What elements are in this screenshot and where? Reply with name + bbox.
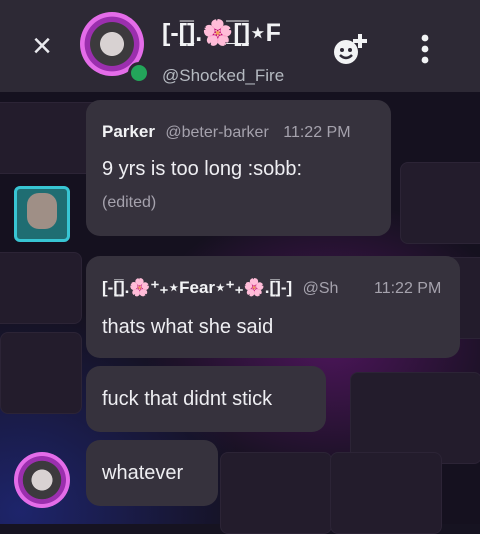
author-handle: @beter-barker [165, 124, 269, 141]
edited-label: (edited) [102, 194, 157, 211]
online-status-icon [128, 62, 150, 84]
message-bubble[interactable]: whatever [86, 440, 218, 506]
message-text: whatever [102, 462, 184, 484]
message-bubble[interactable]: Parker @beter-barker 11:22 PM 9 yrs is t… [86, 100, 391, 236]
author-handle: @Sh [302, 280, 339, 297]
avatar[interactable] [14, 186, 70, 242]
page-title[interactable]: [-[̲̅].🌸̲̅[̲̅]⋆F [162, 18, 281, 48]
timestamp: 11:22 PM [368, 280, 442, 298]
message-text: thats what she said [102, 316, 274, 338]
avatar[interactable] [14, 452, 70, 508]
timestamp: 11:22 PM [283, 124, 351, 141]
more-options-button[interactable] [418, 34, 432, 64]
message-bubble[interactable]: fuck that didnt stick [86, 366, 326, 432]
message-text: fuck that didnt stick [102, 388, 273, 410]
add-friend-icon [334, 34, 367, 64]
close-button[interactable]: × [28, 29, 56, 63]
message-bubble[interactable]: [-[̲̅].🌸⁺₊⋆Fear⋆⁺₊🌸.[̲̅]-] @Sh 11:22 PM … [86, 256, 460, 358]
message-text: 9 yrs is too long :sobb: [102, 158, 303, 180]
author-name[interactable]: [-[̲̅].🌸⁺₊⋆Fear⋆⁺₊🌸.[̲̅]-] [102, 278, 292, 297]
add-user-button[interactable] [332, 32, 370, 66]
more-vertical-icon [421, 34, 429, 64]
chat-header: × [-[̲̅].🌸̲̅[̲̅]⋆F @Shocked_Fire [0, 0, 480, 92]
close-icon: × [32, 27, 52, 65]
username-handle: @Shocked_Fire [162, 66, 285, 85]
author-name[interactable]: Parker [102, 122, 155, 141]
